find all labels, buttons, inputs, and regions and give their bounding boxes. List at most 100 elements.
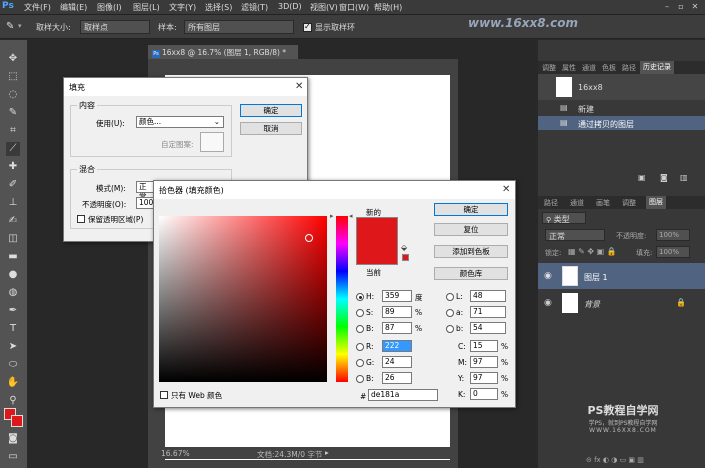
lab-l-radio[interactable] [446,293,454,301]
marquee-tool-icon[interactable]: ⬚ [6,70,20,84]
history-item[interactable]: ▤ 新建 [538,101,705,115]
eye-icon[interactable]: ◉ [544,271,552,281]
saturation-input[interactable]: 89 [382,306,412,318]
tab-paths[interactable]: 路径 [622,63,636,73]
zoom-tool-icon[interactable]: ⚲ [6,394,20,408]
brightness-input[interactable]: 87 [382,322,412,334]
close-icon[interactable]: ✕ [295,81,303,92]
layer-row[interactable]: ◉ 背景 🔒 [538,290,705,316]
pattern-picker[interactable] [200,132,224,152]
menu-layer[interactable]: 图层(L) [133,2,160,13]
opacity-input[interactable]: 100% [656,229,690,241]
layer-filter-select[interactable]: ⚲ 类型 [542,212,586,224]
cyan-input[interactable]: 15 [470,340,498,352]
healing-tool-icon[interactable]: ✚ [6,160,20,174]
brush-tool-icon[interactable]: ✐ [6,178,20,192]
lasso-tool-icon[interactable]: ◌ [6,88,20,102]
close-icon[interactable]: ✕ [690,2,700,11]
picker-reset-button[interactable]: 复位 [434,223,508,236]
menu-select[interactable]: 选择(S) [205,2,232,13]
lab-l-input[interactable]: 48 [470,290,506,302]
blue-input[interactable]: 26 [382,372,412,384]
tab-adjustments[interactable]: 调整 [542,63,556,73]
saturation-brightness-field[interactable] [159,216,327,382]
history-snapshot-row[interactable]: 16xx8 [538,74,705,100]
tab-adjustments-2[interactable]: 调整 [622,198,636,208]
hue-slider-left-arrow-icon[interactable]: ▸ [330,212,334,220]
web-only-checkbox[interactable] [160,391,168,399]
magenta-input[interactable]: 97 [470,356,498,368]
eyedropper-tool-icon[interactable]: ⟋ [6,142,20,156]
zoom-readout[interactable]: 16.67% [161,449,190,458]
tab-channels-2[interactable]: 通道 [570,198,584,208]
dodge-tool-icon[interactable]: ◍ [6,286,20,300]
menu-3d[interactable]: 3D(D) [278,2,302,11]
quick-mask-icon[interactable]: ◙ [6,432,20,446]
preserve-transparency-checkbox[interactable] [77,215,85,223]
lab-b-radio[interactable] [446,325,454,333]
trash-icon[interactable]: ▥ [680,173,688,182]
green-input[interactable]: 24 [382,356,412,368]
new-document-icon[interactable]: ▣ [638,173,646,182]
document-info[interactable]: 文档:24.3M/0 字节 [257,449,322,460]
blue-radio[interactable] [356,375,364,383]
screen-mode-icon[interactable]: ▭ [6,450,20,464]
hex-input[interactable]: de181a [368,389,438,401]
add-to-swatches-button[interactable]: 添加到色板 [434,245,508,258]
quick-select-tool-icon[interactable]: ✎ [6,106,20,120]
sample-size-select[interactable]: 取样点 [80,20,150,34]
hue-slider[interactable] [336,216,348,382]
menu-filter[interactable]: 滤镜(T) [241,2,268,13]
menu-edit[interactable]: 编辑(E) [60,2,87,13]
lock-icons[interactable]: ▦ ✎ ✥ ▣ 🔒 [568,247,617,256]
menu-file[interactable]: 文件(F) [24,2,51,13]
close-icon[interactable]: ✕ [502,184,510,195]
picker-ok-button[interactable]: 确定 [434,203,508,216]
menu-view[interactable]: 视图(V) [310,2,338,13]
pen-tool-icon[interactable]: ✒ [6,304,20,318]
crop-tool-icon[interactable]: ⌗ [6,124,20,138]
maximize-icon[interactable]: ▫ [676,2,686,11]
lab-b-input[interactable]: 54 [470,322,506,334]
path-select-tool-icon[interactable]: ➤ [6,340,20,354]
background-color-swatch[interactable] [11,415,23,427]
blur-tool-icon[interactable]: ● [6,268,20,282]
layer-row-active[interactable]: ◉ 图层 1 [538,263,705,289]
tab-layers[interactable]: 图层 [646,196,666,209]
menu-image[interactable]: 图像(I) [97,2,122,13]
web-safe-swatch[interactable] [402,254,409,261]
red-radio[interactable] [356,343,364,351]
tab-properties[interactable]: 属性 [562,63,576,73]
red-input[interactable]: 222 [382,340,412,352]
menu-window[interactable]: 窗口(W) [339,2,369,13]
saturation-radio[interactable] [356,309,364,317]
expand-arrow-icon[interactable]: ▸ [325,448,329,457]
move-tool-icon[interactable]: ✥ [6,52,20,66]
fill-input[interactable]: 100% [656,246,690,258]
show-ring-checkbox[interactable]: ✓ [303,22,312,32]
lab-a-input[interactable]: 71 [470,306,506,318]
layers-footer-icons[interactable]: ⊝ fx ◐ ◑ ▭ ▣ ▥ [586,456,644,464]
history-item-active[interactable]: ▤ 通过拷贝的图层 [538,116,705,130]
use-select[interactable]: 颜色... ⌄ [136,116,224,128]
eraser-tool-icon[interactable]: ◫ [6,232,20,246]
history-brush-tool-icon[interactable]: ✍ [6,214,20,228]
eyedropper-icon[interactable]: ✎ [6,21,14,32]
menu-help[interactable]: 帮助(H) [374,2,402,13]
hue-radio[interactable] [356,293,364,301]
color-libraries-button[interactable]: 颜色库 [434,267,508,280]
hue-slider-right-arrow-icon[interactable]: ◂ [349,212,353,220]
lab-a-radio[interactable] [446,309,454,317]
tab-channels[interactable]: 通道 [582,63,596,73]
tab-paths-2[interactable]: 路径 [544,198,558,208]
type-tool-icon[interactable]: T [6,322,20,336]
hue-input[interactable]: 359 [382,290,412,302]
blend-mode-select[interactable]: 正常 [545,229,605,241]
yellow-input[interactable]: 97 [470,372,498,384]
clone-stamp-tool-icon[interactable]: ⊥ [6,196,20,210]
eye-icon[interactable]: ◉ [544,298,552,308]
menu-type[interactable]: 文字(Y) [169,2,196,13]
document-tab[interactable]: Ps 16xx8 @ 16.7% (图层 1, RGB/8) * [148,45,298,59]
fill-ok-button[interactable]: 确定 [240,104,302,117]
color-cursor[interactable] [305,234,313,242]
